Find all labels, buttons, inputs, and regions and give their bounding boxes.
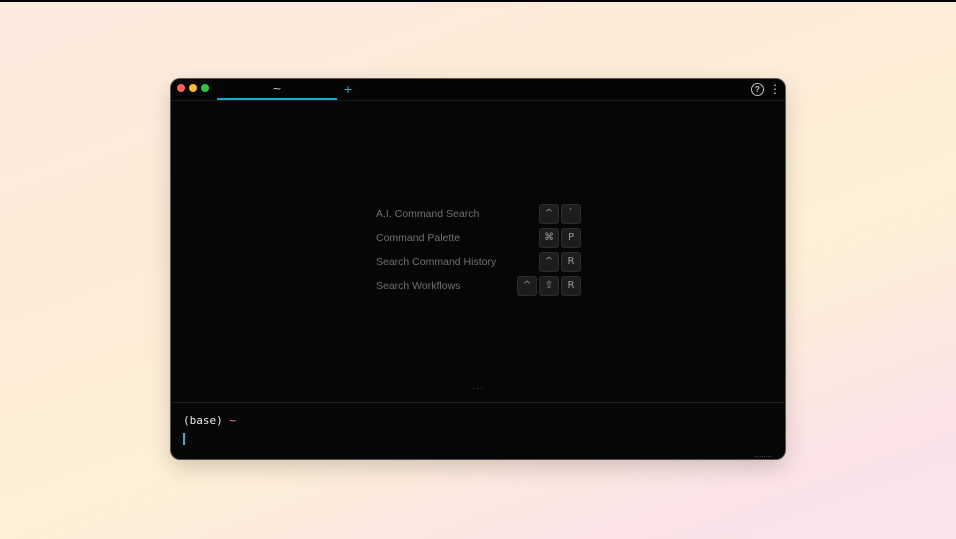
prompt-env: (base) xyxy=(183,414,223,427)
key-shift: ⇧ xyxy=(539,276,559,296)
shell-prompt: (base) ~ xyxy=(183,414,236,428)
key-r: R xyxy=(561,252,581,272)
zoom-dot-icon[interactable] xyxy=(201,84,209,92)
shortcut-keys: ^ ⇧ R xyxy=(517,276,581,296)
prompt-cwd: ~ xyxy=(229,414,236,427)
key-ctrl: ^ xyxy=(539,204,559,224)
shortcut-search-workflows[interactable]: Search Workflows ^ ⇧ R xyxy=(376,276,581,296)
shortcut-command-palette[interactable]: Command Palette ⌘ P xyxy=(376,228,581,248)
help-icon[interactable]: ? xyxy=(751,83,764,96)
pane-resize-handle[interactable]: ··· xyxy=(469,384,487,393)
title-bar: ~ + ? ⋮ xyxy=(171,79,785,101)
shortcut-search-command-history[interactable]: Search Command History ^ R xyxy=(376,252,581,272)
key-cmd: ⌘ xyxy=(539,228,559,248)
shortcut-label: Search Command History xyxy=(376,256,497,268)
terminal-window: ~ + ? ⋮ A.I. Command Search ^ ` Command … xyxy=(171,79,785,459)
tab-home[interactable]: ~ xyxy=(217,79,337,100)
shortcut-label: A.I. Command Search xyxy=(376,208,480,220)
input-cursor[interactable] xyxy=(183,433,185,445)
shortcut-label: Search Workflows xyxy=(376,280,461,292)
tab-label: ~ xyxy=(272,82,282,95)
shortcut-keys: ^ ` xyxy=(539,204,581,224)
key-backtick: ` xyxy=(561,204,581,224)
shortcut-keys: ⌘ P xyxy=(539,228,581,248)
plus-icon[interactable]: + xyxy=(341,79,355,100)
key-ctrl: ^ xyxy=(517,276,537,296)
minimize-dot-icon[interactable] xyxy=(189,84,197,92)
input-divider xyxy=(171,402,785,403)
active-tab-indicator xyxy=(217,98,337,100)
screen-top-border xyxy=(0,0,956,2)
window-resize-grip[interactable] xyxy=(755,456,771,459)
close-dot-icon[interactable] xyxy=(177,84,185,92)
key-p: P xyxy=(561,228,581,248)
more-vertical-icon[interactable]: ⋮ xyxy=(769,82,781,96)
key-ctrl: ^ xyxy=(539,252,559,272)
shortcut-ai-command-search[interactable]: A.I. Command Search ^ ` xyxy=(376,204,581,224)
shortcut-label: Command Palette xyxy=(376,232,461,244)
key-r: R xyxy=(561,276,581,296)
shortcut-keys: ^ R xyxy=(539,252,581,272)
